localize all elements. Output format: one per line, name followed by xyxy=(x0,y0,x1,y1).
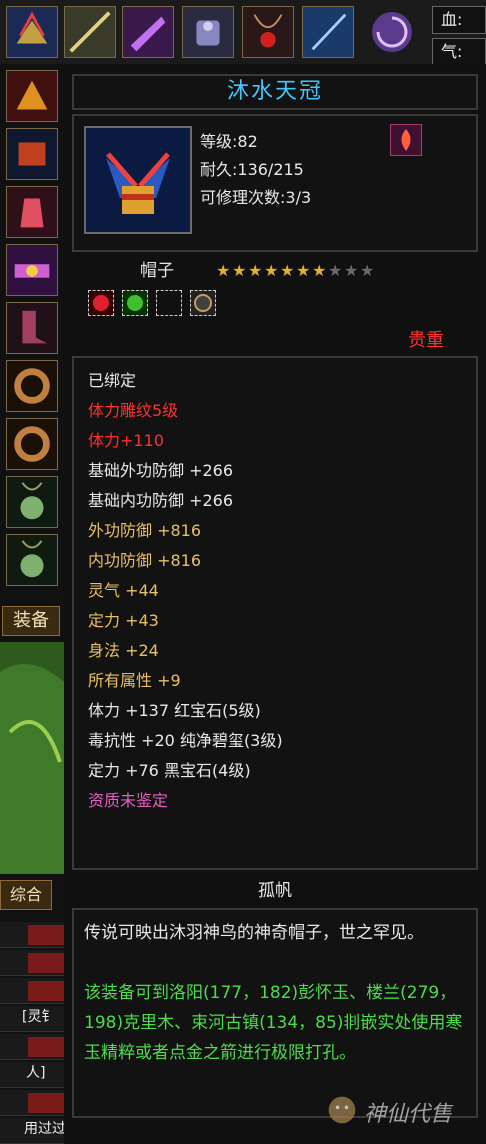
star-rating: ★ ★ ★ ★ ★ ★ ★ ★ ★ ★ xyxy=(216,258,376,284)
sect-flame-icon xyxy=(390,124,422,156)
slot-spear-icon[interactable] xyxy=(64,6,116,58)
item-repairs: 可修理次数:3/3 xyxy=(200,188,312,207)
slot-blade-icon[interactable] xyxy=(302,6,354,58)
slot-ring-1-icon[interactable] xyxy=(6,360,58,412)
tab-general[interactable]: 综合 xyxy=(0,880,52,910)
description-box: 传说可映出沐羽神鸟的神奇帽子，世之罕见。 该装备可到洛阳(177，182)彭怀玉… xyxy=(72,908,478,1118)
item-hat-icon xyxy=(84,126,192,234)
watermark-logo-icon xyxy=(328,1096,356,1124)
item-description: 传说可映出沐羽神鸟的神奇帽子，世之罕见。 xyxy=(84,923,424,943)
chat-line xyxy=(0,950,64,976)
star-empty-icon: ★ xyxy=(344,261,359,280)
attr-line: 体力雕纹5级 xyxy=(88,401,179,420)
equipment-top-bar: 血: 气: xyxy=(0,0,486,66)
attr-line: 基础外功防御 +266 xyxy=(88,461,234,480)
empty-socket-icon xyxy=(156,290,182,316)
slot-amulet-1-icon[interactable] xyxy=(6,476,58,528)
chat-line: 人] xyxy=(0,1062,64,1088)
chat-line: 用过过发光 xyxy=(0,1118,64,1144)
attr-line: 基础内功防御 +266 xyxy=(88,491,234,510)
chat-line xyxy=(0,1090,64,1116)
attributes-box: 已绑定 体力雕纹5级 体力+110 基础外功防御 +266 基础内功防御 +26… xyxy=(72,356,478,870)
green-gem-socket-icon xyxy=(122,290,148,316)
equipment-sidebar: 装备 综合 [灵钅 人] 用过过发光 xyxy=(0,64,64,1144)
slot-shoulder-icon[interactable] xyxy=(6,70,58,122)
chat-line xyxy=(0,978,64,1004)
maker-name: 孤帆 xyxy=(258,881,292,901)
chat-line: [灵钅 xyxy=(0,1006,64,1032)
item-header-box: 等级:82 耐久:136/215 可修理次数:3/3 xyxy=(72,114,478,252)
star-filled-icon: ★ xyxy=(264,261,279,280)
item-type: 帽子 xyxy=(140,261,174,281)
slot-amulet-2-icon[interactable] xyxy=(6,534,58,586)
item-hint: 该装备可到洛阳(177，182)彭怀玉、楼兰(279，198)克里木、束河古镇(… xyxy=(84,983,463,1063)
star-filled-icon: ★ xyxy=(248,261,263,280)
attr-line: 所有属性 +9 xyxy=(88,671,181,690)
watermark: 神仙代售 xyxy=(326,1092,486,1128)
ruby-socket-icon xyxy=(88,290,114,316)
qi-label: 气: xyxy=(432,38,486,66)
attr-line: 灵气 +44 xyxy=(88,581,159,600)
swirl-emblem-icon xyxy=(366,6,418,58)
item-tooltip: 沐水天冠 等级:82 耐久:136/215 可修理次数:3/3 帽子 ★ ★ ★ ★ ★… xyxy=(64,64,486,1144)
rarity-label: 贵重 xyxy=(408,330,444,351)
star-filled-icon: ★ xyxy=(232,261,247,280)
slot-boots-icon[interactable] xyxy=(6,302,58,354)
item-name: 沐水天冠 xyxy=(226,79,323,104)
tab-equipment[interactable]: 装备 xyxy=(2,606,60,636)
star-empty-icon: ★ xyxy=(328,261,343,280)
attr-line: 体力+110 xyxy=(88,431,164,450)
item-level: 等级:82 xyxy=(200,132,258,151)
attr-line: 外功防御 +816 xyxy=(88,521,202,540)
attr-line: 体力 +137 红宝石(5级) xyxy=(88,701,261,720)
star-filled-icon: ★ xyxy=(312,261,327,280)
hp-label: 血: xyxy=(432,6,486,34)
slot-bracer-icon[interactable] xyxy=(6,128,58,180)
watermark-text: 神仙代售 xyxy=(364,1102,453,1127)
black-gem-socket-icon xyxy=(190,290,216,316)
star-empty-icon: ★ xyxy=(360,261,375,280)
slot-belt-icon[interactable] xyxy=(6,244,58,296)
chat-line xyxy=(0,922,64,948)
slot-hat-icon[interactable] xyxy=(6,6,58,58)
slot-glove-icon[interactable] xyxy=(6,186,58,238)
attr-line: 身法 +24 xyxy=(88,641,159,660)
slot-necklace-icon[interactable] xyxy=(242,6,294,58)
item-durability: 耐久:136/215 xyxy=(200,160,304,179)
star-filled-icon: ★ xyxy=(216,261,231,280)
attr-line: 定力 +76 黑宝石(4级) xyxy=(88,761,251,780)
attr-line: 毒抗性 +20 纯净碧玺(3级) xyxy=(88,731,283,750)
attr-line: 定力 +43 xyxy=(88,611,159,630)
attr-line: 资质未鉴定 xyxy=(88,791,169,810)
star-filled-icon: ★ xyxy=(296,261,311,280)
star-filled-icon: ★ xyxy=(280,261,295,280)
chat-line xyxy=(0,1034,64,1060)
scene-foliage xyxy=(0,642,64,874)
item-title-box: 沐水天冠 xyxy=(72,74,478,110)
slot-weapon-icon[interactable] xyxy=(122,6,174,58)
slot-ring-2-icon[interactable] xyxy=(6,418,58,470)
attr-line: 内功防御 +816 xyxy=(88,551,202,570)
attr-line: 已绑定 xyxy=(88,371,137,390)
slot-armor-icon[interactable] xyxy=(182,6,234,58)
